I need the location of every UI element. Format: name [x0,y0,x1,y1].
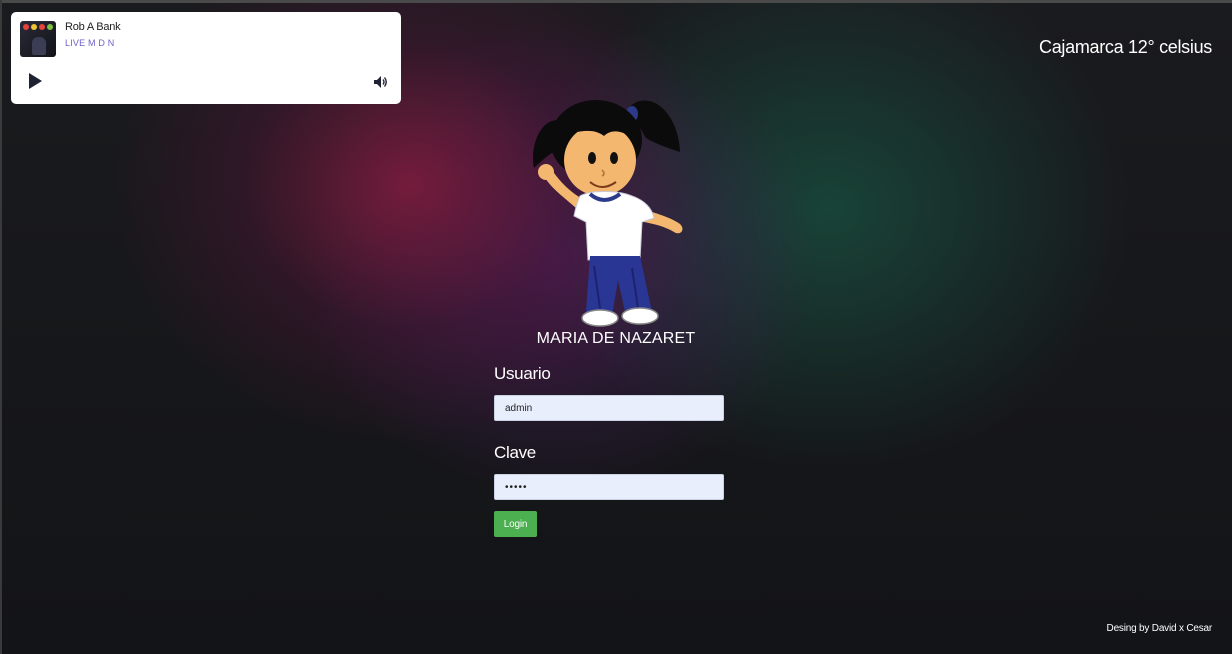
play-icon[interactable] [26,72,44,90]
password-input[interactable] [494,474,724,500]
school-name: MARIA DE NAZARET [536,330,696,347]
login-button[interactable]: Login [494,511,537,537]
album-cover-icon [20,21,56,57]
username-input[interactable] [494,395,724,421]
window-top-border [0,0,1232,3]
footer-credit: Desing by David x Cesar [1106,623,1213,634]
weather-display: Cajamarca 12° celsius [1039,37,1212,57]
girl-mascot-illustration [528,90,698,330]
volume-icon[interactable] [373,74,389,88]
username-label: Usuario [494,364,551,383]
track-title: Rob A Bank [65,21,121,33]
track-subtitle: LIVE M D N [65,38,115,48]
window-left-border [0,0,2,654]
music-player: Rob A Bank LIVE M D N [11,12,401,104]
password-label: Clave [494,443,536,462]
